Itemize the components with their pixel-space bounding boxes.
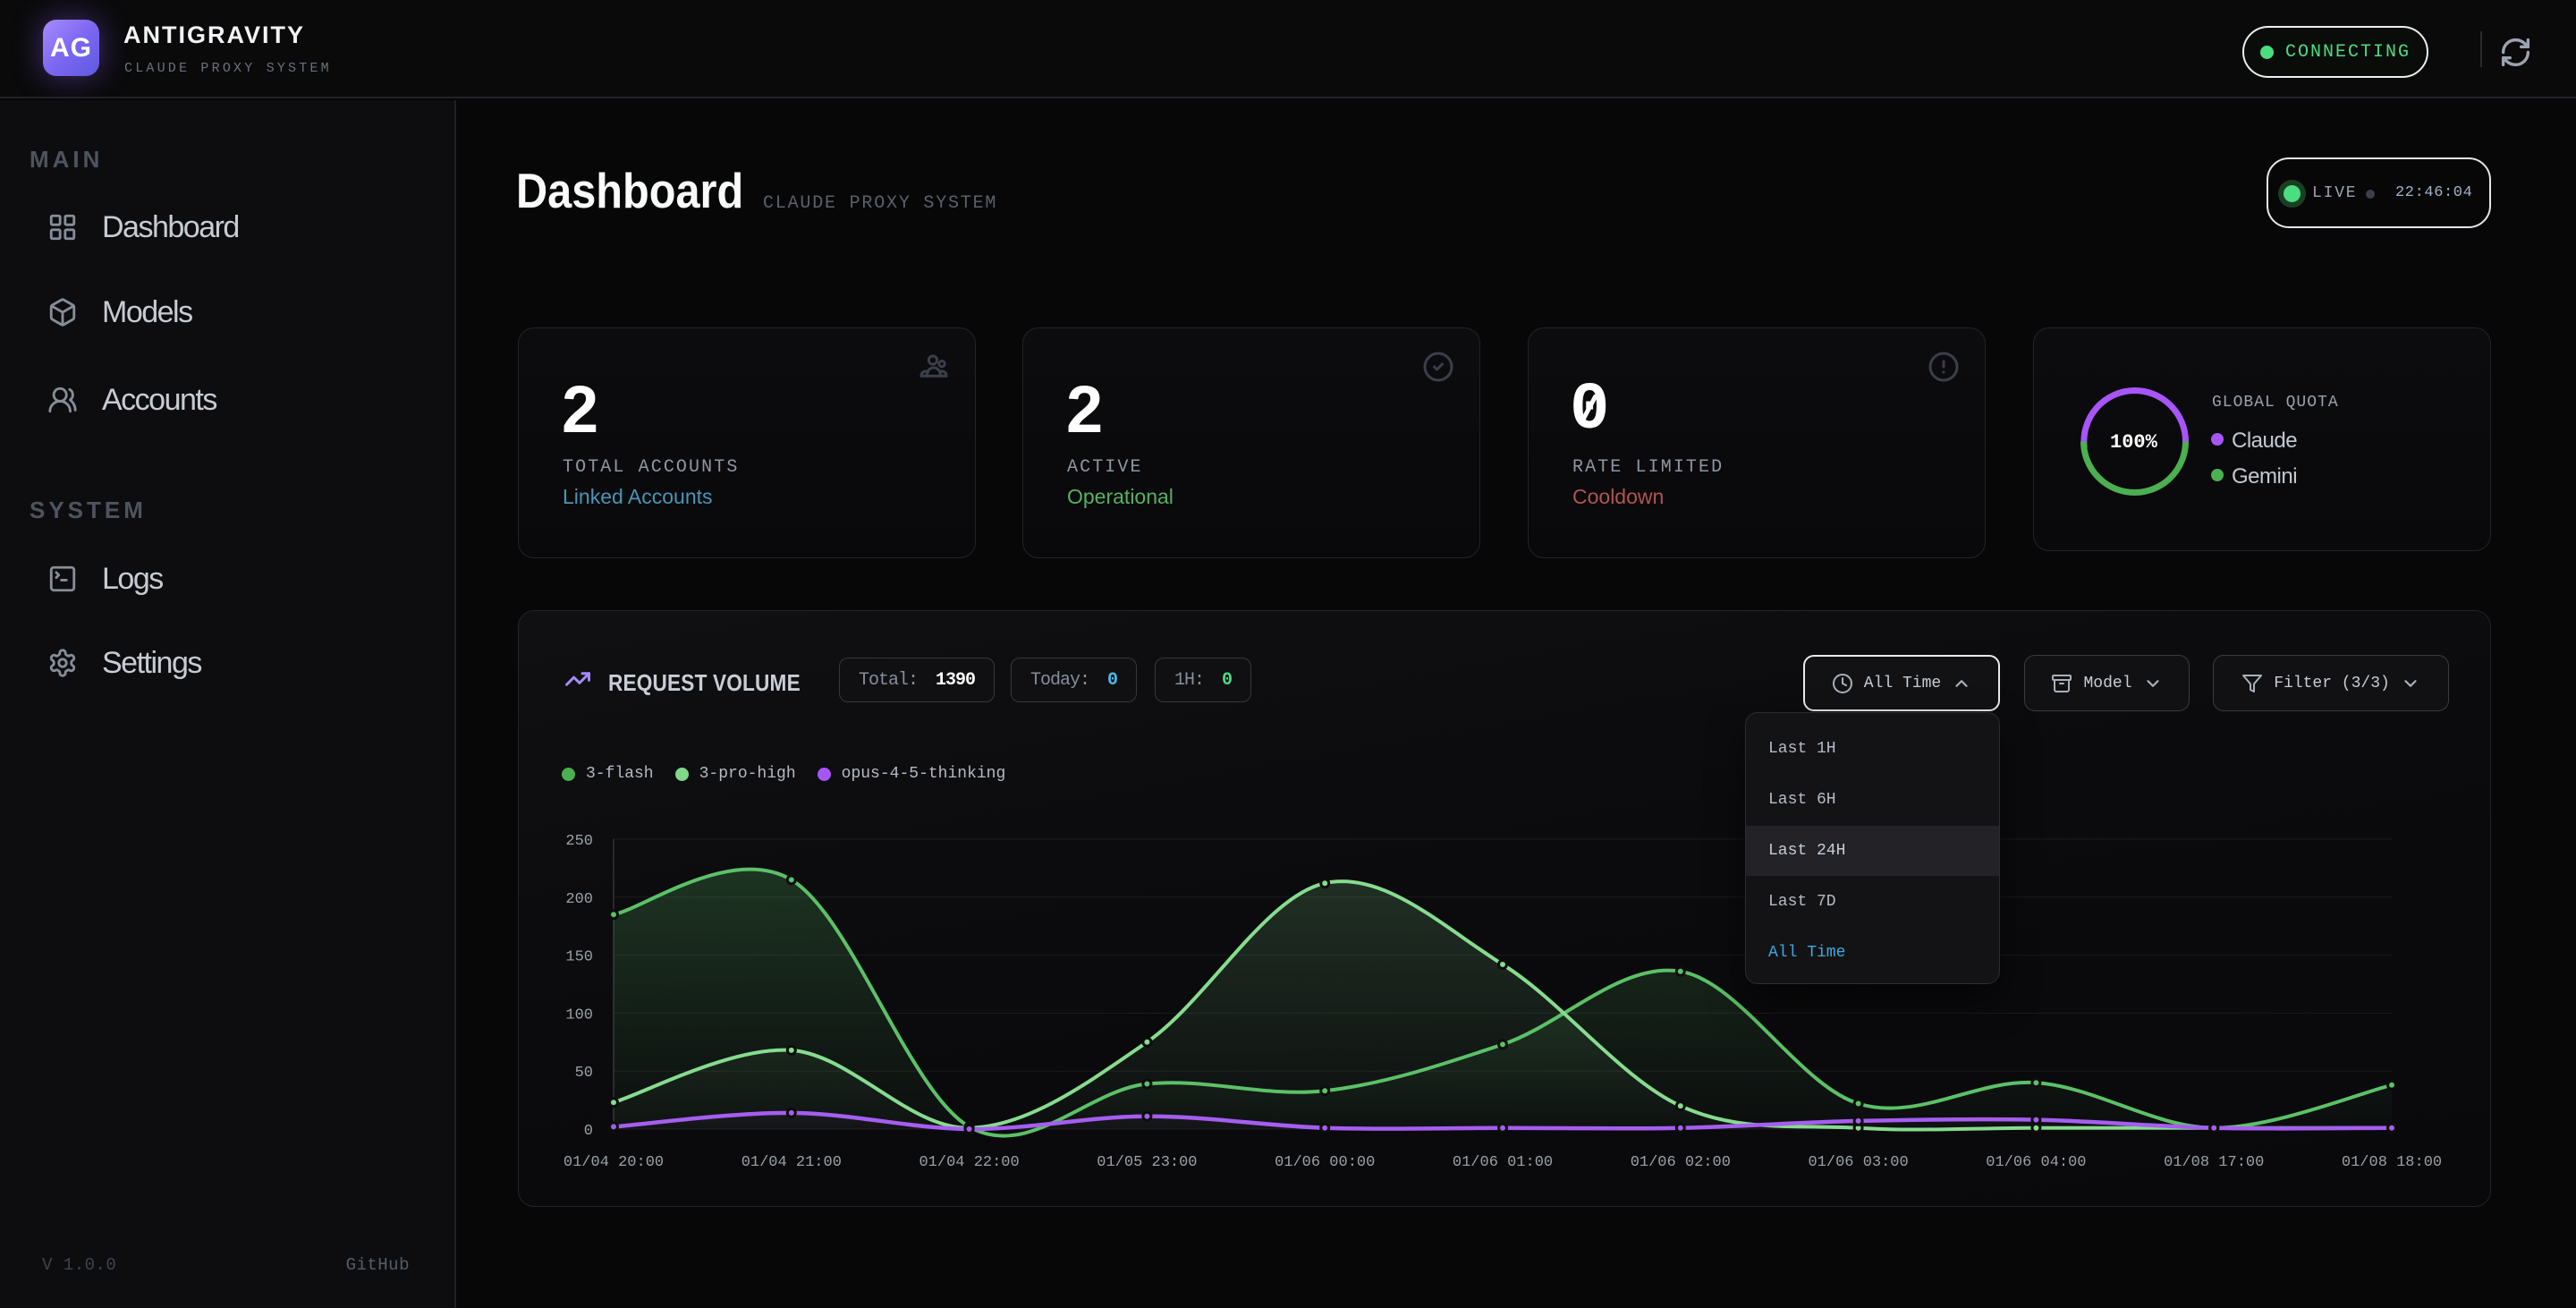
svg-text:01/08 17:00: 01/08 17:00: [2164, 1154, 2264, 1171]
svg-text:01/06 03:00: 01/06 03:00: [1808, 1154, 1908, 1171]
svg-text:0: 0: [584, 1123, 593, 1140]
svg-text:01/04 21:00: 01/04 21:00: [741, 1154, 842, 1171]
svg-text:01/06 02:00: 01/06 02:00: [1631, 1154, 1731, 1171]
svg-text:50: 50: [575, 1065, 593, 1082]
svg-text:01/06 00:00: 01/06 00:00: [1275, 1154, 1375, 1171]
svg-text:100: 100: [565, 1006, 593, 1023]
svg-text:01/04 22:00: 01/04 22:00: [919, 1154, 1019, 1171]
svg-text:150: 150: [565, 949, 593, 966]
svg-text:01/04 20:00: 01/04 20:00: [564, 1154, 664, 1171]
svg-text:200: 200: [565, 891, 593, 908]
svg-text:01/06 01:00: 01/06 01:00: [1453, 1154, 1553, 1171]
svg-text:01/08 18:00: 01/08 18:00: [2342, 1154, 2442, 1171]
svg-text:01/06 04:00: 01/06 04:00: [1986, 1154, 2086, 1171]
svg-text:01/05 23:00: 01/05 23:00: [1097, 1154, 1197, 1171]
svg-text:250: 250: [565, 833, 593, 850]
